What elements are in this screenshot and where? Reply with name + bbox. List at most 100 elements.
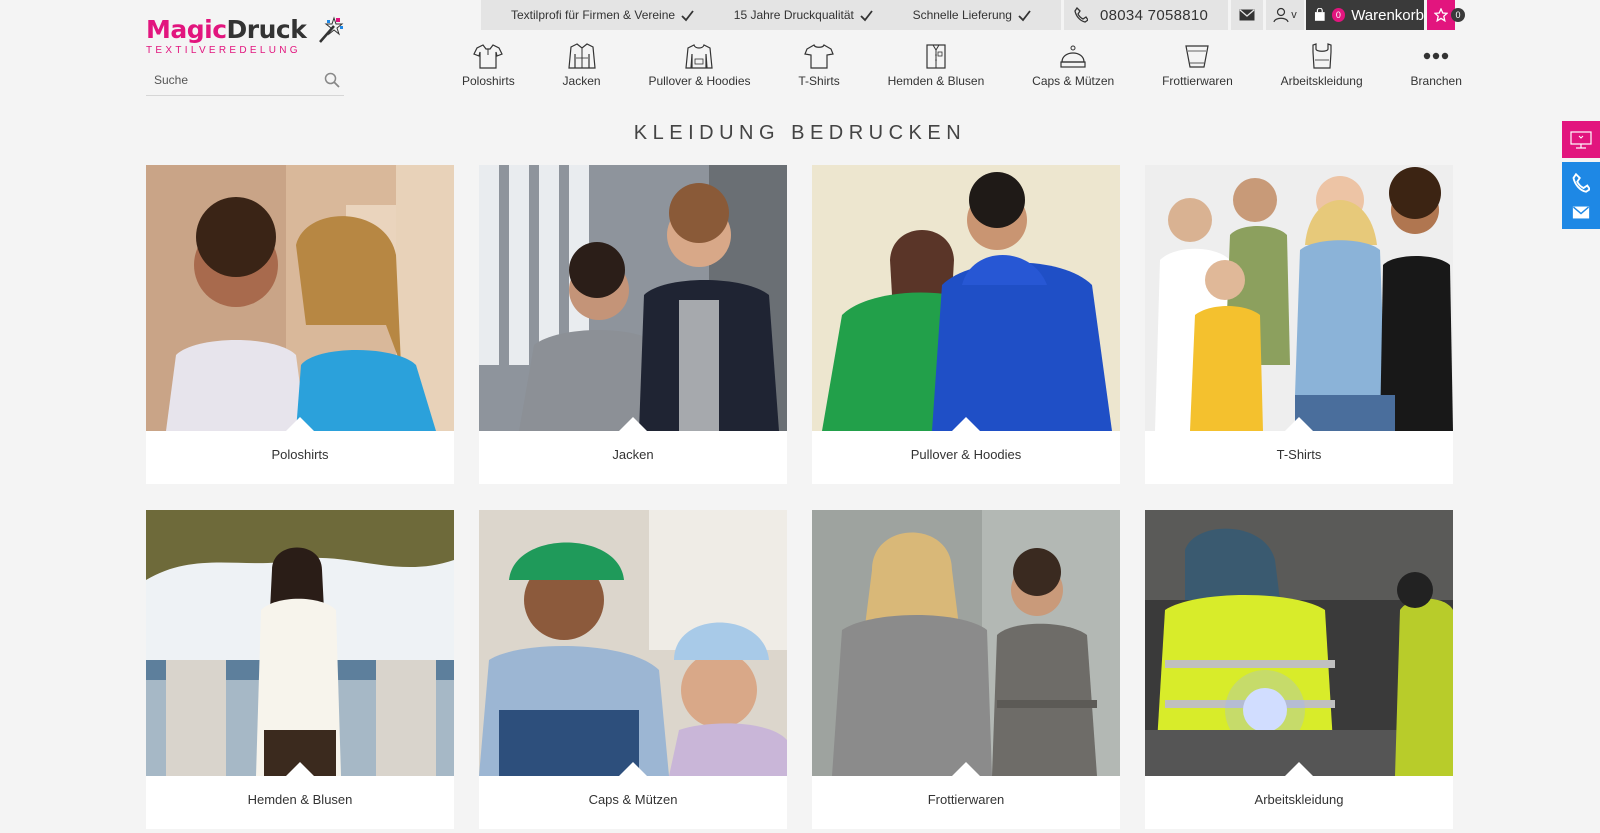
card-notch <box>1285 762 1313 776</box>
nav-label: Branchen <box>1410 74 1462 88</box>
card-notch <box>952 417 980 431</box>
checkmark-icon <box>1018 9 1031 21</box>
top-bar: Textilprofi für Firmen & Vereine 15 Jahr… <box>481 0 1465 30</box>
wishlist-button[interactable]: 0 <box>1427 0 1465 30</box>
monitor-icon <box>1570 130 1592 149</box>
side-demo-button[interactable] <box>1562 121 1600 158</box>
jacket-icon <box>567 43 596 69</box>
bag-icon <box>1314 8 1325 21</box>
phone-icon <box>1074 7 1088 23</box>
category-card-pullover-hoodies[interactable]: Pullover & Hoodies <box>812 165 1120 484</box>
nav-item-hemden-blusen[interactable]: Hemden & Blusen <box>887 42 985 92</box>
usp-text: 15 Jahre Druckqualität <box>733 8 854 22</box>
card-notch <box>286 762 314 776</box>
mail-icon[interactable] <box>1572 206 1590 219</box>
photo-hoodie-couple <box>812 165 1120 431</box>
page-title: KLEIDUNG BEDRUCKEN <box>633 122 967 144</box>
account-chevron: v <box>1291 9 1297 21</box>
nav-label: Caps & Mützen <box>1032 74 1115 88</box>
nav-label: Pullover & Hoodies <box>648 74 751 88</box>
magic-wand-icon <box>319 16 344 43</box>
usp-item: Textilprofi für Firmen & Vereine <box>511 8 694 22</box>
phone-link[interactable]: 08034 7058810 <box>1064 0 1228 30</box>
category-image <box>812 165 1120 431</box>
logo-druck: Druck <box>226 15 307 44</box>
photo-jacket-couple <box>479 165 787 431</box>
usp-bar: Textilprofi für Firmen & Vereine 15 Jahr… <box>481 0 1061 30</box>
shirt-icon <box>926 44 946 69</box>
towel-icon <box>1185 45 1210 68</box>
photo-tshirt-group <box>1145 165 1453 431</box>
nav-label: Hemden & Blusen <box>887 74 985 88</box>
mail-button[interactable] <box>1231 0 1263 30</box>
nav-item-arbeitskleidung[interactable]: Arbeitskleidung <box>1281 42 1363 92</box>
usp-item: 15 Jahre Druckqualität <box>734 8 873 22</box>
phone-icon[interactable] <box>1572 172 1590 193</box>
category-card-poloshirts[interactable]: Poloshirts <box>146 165 454 484</box>
category-image <box>146 510 454 776</box>
checkmark-icon <box>681 9 694 21</box>
search-box <box>146 68 344 96</box>
category-label: Arbeitskleidung <box>1254 792 1344 807</box>
category-card-hemden-blusen[interactable]: Hemden & Blusen <box>146 510 454 829</box>
nav-label: Arbeitskleidung <box>1280 74 1363 88</box>
cart-button[interactable]: 0 Warenkorb <box>1306 0 1424 30</box>
account-button[interactable]: v <box>1266 0 1304 30</box>
nav-item-caps-muetzen[interactable]: Caps & Mützen <box>1032 42 1114 92</box>
hoodie-icon <box>685 44 714 69</box>
logo-magic: Magic <box>146 15 227 44</box>
category-label: Poloshirts <box>271 447 329 462</box>
category-label: Hemden & Blusen <box>247 792 353 807</box>
category-image <box>1145 510 1453 776</box>
tshirt-icon <box>804 44 834 69</box>
category-label: T-Shirts <box>1276 447 1322 462</box>
card-notch <box>619 762 647 776</box>
cart-label: Warenkorb <box>1351 6 1424 24</box>
photo-caps-couple <box>479 510 787 776</box>
category-card-t-shirts[interactable]: T-Shirts <box>1145 165 1453 484</box>
category-label: Pullover & Hoodies <box>910 447 1022 462</box>
star-icon <box>1434 8 1448 22</box>
card-notch <box>952 762 980 776</box>
nav-item-pullover-hoodies[interactable]: Pullover & Hoodies <box>648 42 751 92</box>
logo[interactable]: MagicDruck TEXTILVEREDELUNG <box>146 16 346 56</box>
workwear-icon <box>1312 43 1332 69</box>
category-grid: Poloshirts Jacken Pullover & Hoodies T-S… <box>146 165 1455 829</box>
polo-icon <box>473 44 504 69</box>
card-notch <box>286 417 314 431</box>
photo-polo-couple <box>146 165 454 431</box>
category-label: Caps & Mützen <box>588 792 678 807</box>
category-label: Frottierwaren <box>927 792 1005 807</box>
category-card-frottierwaren[interactable]: Frottierwaren <box>812 510 1120 829</box>
nav-label: Frottierwaren <box>1162 74 1233 88</box>
checkmark-icon <box>860 9 873 21</box>
card-notch <box>1285 417 1313 431</box>
nav-label: Jacken <box>562 74 601 88</box>
nav-item-poloshirts[interactable]: Poloshirts <box>462 42 515 92</box>
category-card-arbeitskleidung[interactable]: Arbeitskleidung <box>1145 510 1453 829</box>
category-nav: Poloshirts Jacken Pullover & Hoodies T-S… <box>462 42 1462 92</box>
category-card-jacken[interactable]: Jacken <box>479 165 787 484</box>
usp-text: Textilprofi für Firmen & Vereine <box>511 8 676 22</box>
nav-item-frottierwaren[interactable]: Frottierwaren <box>1162 42 1233 92</box>
user-icon <box>1273 7 1289 23</box>
nav-label: Poloshirts <box>462 74 515 88</box>
search-icon[interactable] <box>324 72 340 88</box>
category-card-caps-muetzen[interactable]: Caps & Mützen <box>479 510 787 829</box>
wishlist-count-badge: 0 <box>1451 8 1465 22</box>
photo-bathrobe-couple <box>812 510 1120 776</box>
cart-count-badge: 0 <box>1331 8 1346 22</box>
cap-icon <box>1060 45 1086 68</box>
category-label: Jacken <box>612 447 654 462</box>
nav-item-t-shirts[interactable]: T-Shirts <box>798 42 840 92</box>
usp-text: Schnelle Lieferung <box>912 8 1012 22</box>
search-input[interactable] <box>146 68 316 92</box>
category-image <box>812 510 1120 776</box>
nav-item-branchen[interactable]: Branchen <box>1411 42 1462 92</box>
photo-blouse-woman <box>146 510 454 776</box>
category-image <box>146 165 454 431</box>
photo-workwear-welders <box>1145 510 1453 776</box>
more-icon <box>1424 52 1449 60</box>
nav-item-jacken[interactable]: Jacken <box>563 42 601 92</box>
logo-tagline: TEXTILVEREDELUNG <box>146 45 301 56</box>
